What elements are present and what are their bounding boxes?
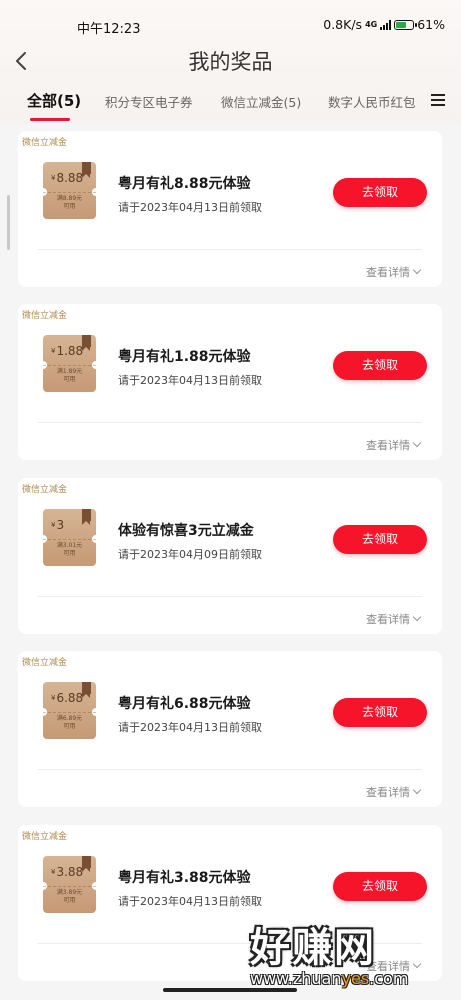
prize-card: 微信立减金 ¥8.88 满8.89元 可用 粤月有礼8.88元体验 请于2023年… [18,131,442,287]
list-menu-icon[interactable] [431,94,445,106]
home-indicator[interactable] [163,988,297,992]
prize-card: 微信立减金 ¥1.88 满1.89元 可用 粤月有礼1.88元体验 请于2023年… [18,304,442,460]
view-details-link[interactable]: 查看详情 [366,611,422,627]
chevron-down-icon [412,438,422,448]
tab-points-coupons[interactable]: 积分专区电子券 [105,92,193,111]
site-watermark: 好赚网 www.zhuanyes.com [250,915,450,988]
chevron-down-icon [412,612,422,622]
card-label: 微信立减金 [22,311,68,321]
ribbon-icon [82,162,91,178]
signal-icon [380,19,392,30]
claim-button[interactable]: 去领取 [333,698,427,727]
page-title: 我的奖品 [188,50,273,74]
prize-deadline: 请于2023年04月09日前领取 [118,548,262,561]
prize-deadline: 请于2023年04月13日前领取 [118,721,262,734]
chevron-down-icon [412,265,422,275]
voucher-condition: 满3.01元 可用 [56,542,83,557]
battery-percent: 61% [417,17,445,32]
watermark-url: www.zhuanyes.com [250,969,409,988]
prize-title: 粤月有礼1.88元体验 [118,349,251,365]
voucher-amount: ¥1.88 [51,344,84,358]
voucher-amount: ¥3.88 [51,865,84,879]
voucher-icon: ¥3.88 满3.89元 可用 [39,856,100,913]
ribbon-icon [82,856,91,872]
top-header-area: 中午12:23 0.8K/s 4G 61% 我的奖品 全部(5) 积分专区电子券… [0,0,461,124]
status-bar: 中午12:23 0.8K/s 4G 61% [0,0,461,40]
card-label: 微信立减金 [22,485,68,495]
tab-all[interactable]: 全部(5) [27,90,81,111]
voucher-condition: 满3.89元 可用 [56,889,83,904]
claim-button[interactable]: 去领取 [333,525,427,554]
voucher-icon: ¥6.88 满6.89元 可用 [39,682,100,739]
voucher-icon: ¥3 满3.01元 可用 [39,509,100,566]
prize-title: 粤月有礼3.88元体验 [118,870,251,886]
claim-button[interactable]: 去领取 [333,872,427,901]
ribbon-icon [82,682,91,698]
voucher-amount: ¥3 [51,518,65,532]
card-label: 微信立减金 [22,832,68,842]
watermark-logo: 好赚网 [250,925,376,971]
battery-icon [394,19,418,30]
prize-deadline: 请于2023年04月13日前领取 [118,374,262,387]
card-divider [38,769,422,770]
status-icons: 0.8K/s 4G 61% [323,17,445,32]
claim-button[interactable]: 去领取 [333,178,427,207]
view-details-link[interactable]: 查看详情 [366,264,422,280]
voucher-icon: ¥1.88 满1.89元 可用 [39,335,100,392]
view-details-link[interactable]: 查看详情 [366,437,422,453]
prize-title: 体验有惊喜3元立减金 [118,523,254,539]
chevron-down-icon [412,785,422,795]
tab-digital-rmb[interactable]: 数字人民币红包 [328,92,416,111]
card-divider [38,596,422,597]
active-tab-underline [30,118,70,121]
voucher-condition: 满6.89元 可用 [56,715,83,730]
voucher-condition: 满8.89元 可用 [56,195,83,210]
scroll-indicator [7,195,10,250]
prize-card: 微信立减金 ¥6.88 满6.89元 可用 粤月有礼6.88元体验 请于2023年… [18,651,442,807]
prize-card: 微信立减金 ¥3 满3.01元 可用 体验有惊喜3元立减金 请于2023年04月0… [18,478,442,634]
prize-deadline: 请于2023年04月13日前领取 [118,201,262,214]
prize-title: 粤月有礼6.88元体验 [118,696,251,712]
card-divider [38,249,422,250]
ribbon-icon [82,509,91,525]
voucher-condition: 满1.89元 可用 [56,368,83,383]
prize-deadline: 请于2023年04月13日前领取 [118,895,262,908]
tab-bar: 全部(5) 积分专区电子券 微信立减金(5) 数字人民币红包 [0,86,461,122]
card-label: 微信立减金 [22,138,68,148]
view-details-link[interactable]: 查看详情 [366,784,422,800]
claim-button[interactable]: 去领取 [333,351,427,380]
status-time: 中午12:23 [77,22,141,37]
card-divider [38,422,422,423]
network-type: 4G [365,20,378,29]
net-speed: 0.8K/s [323,17,363,32]
prize-title: 粤月有礼8.88元体验 [118,176,251,192]
voucher-icon: ¥8.88 满8.89元 可用 [39,162,100,219]
card-label: 微信立减金 [22,658,68,668]
voucher-amount: ¥8.88 [51,171,84,185]
nav-bar: 我的奖品 [0,40,461,84]
ribbon-icon [82,335,91,351]
tab-wechat-discount[interactable]: 微信立减金(5) [221,92,301,111]
voucher-amount: ¥6.88 [51,691,84,705]
